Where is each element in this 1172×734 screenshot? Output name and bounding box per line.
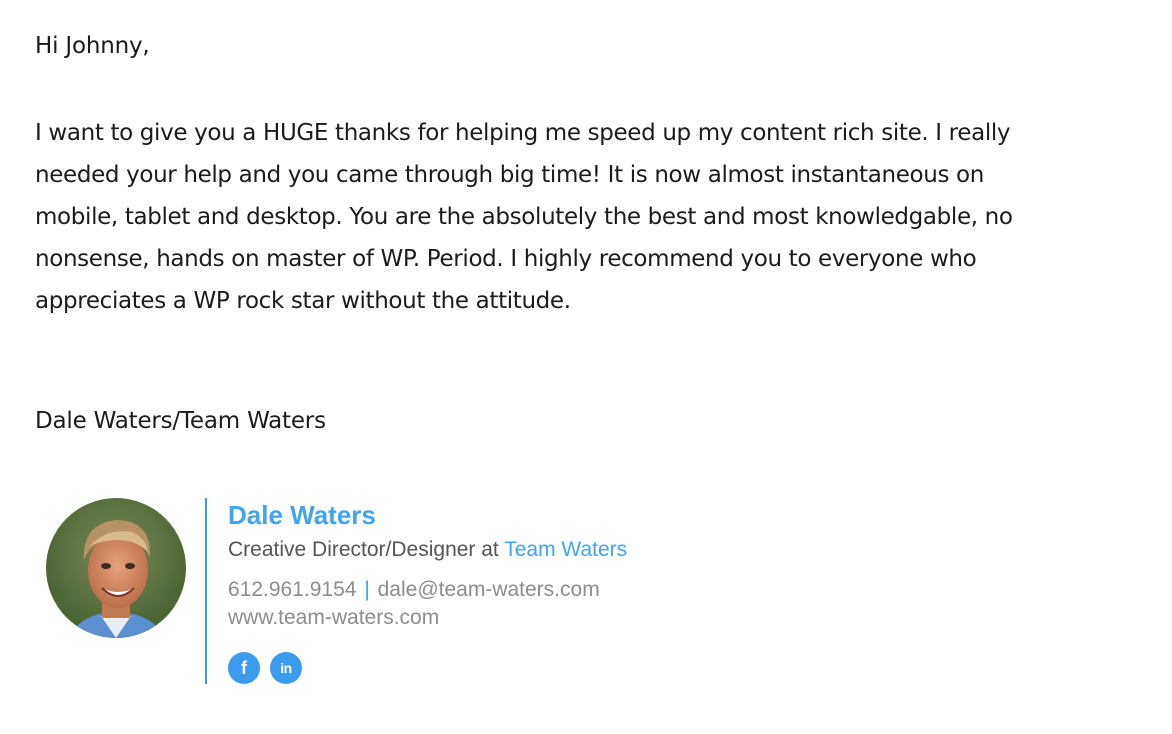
phone-link[interactable]: 612.961.9154 — [228, 578, 356, 601]
greeting: Hi Johnny, — [35, 33, 150, 59]
contact-separator: | — [364, 578, 370, 601]
message-paragraph: I want to give you a HUGE thanks for hel… — [35, 112, 1145, 322]
signature-website: www.team-waters.com — [228, 605, 439, 631]
linkedin-icon[interactable]: in — [270, 652, 302, 684]
signature-title: Creative Director/Designer at Team Water… — [228, 537, 627, 563]
signature-divider — [205, 498, 207, 684]
message-line: appreciates a WP rock star without the a… — [35, 288, 571, 314]
facebook-icon[interactable]: f — [228, 652, 260, 684]
signature-contact: 612.961.9154 | dale@team-waters.com — [228, 577, 600, 603]
message-line: needed your help and you came through bi… — [35, 162, 984, 188]
message-line: I want to give you a HUGE thanks for hel… — [35, 120, 1011, 146]
email-signature: Dale Waters Creative Director/Designer a… — [46, 497, 746, 687]
avatar — [46, 498, 186, 638]
social-links: f in — [228, 652, 302, 684]
avatar-photo — [46, 498, 186, 638]
message-line: mobile, tablet and desktop. You are the … — [35, 204, 1013, 230]
signature-name: Dale Waters — [228, 500, 376, 530]
website-link[interactable]: www.team-waters.com — [228, 606, 439, 629]
company-link[interactable]: Team Waters — [504, 538, 627, 561]
message-line: nonsense, hands on master of WP. Period.… — [35, 246, 977, 272]
email-link[interactable]: dale@team-waters.com — [378, 578, 600, 601]
sign-off: Dale Waters/Team Waters — [35, 408, 326, 434]
signature-title-text: Creative Director/Designer at — [228, 538, 505, 561]
